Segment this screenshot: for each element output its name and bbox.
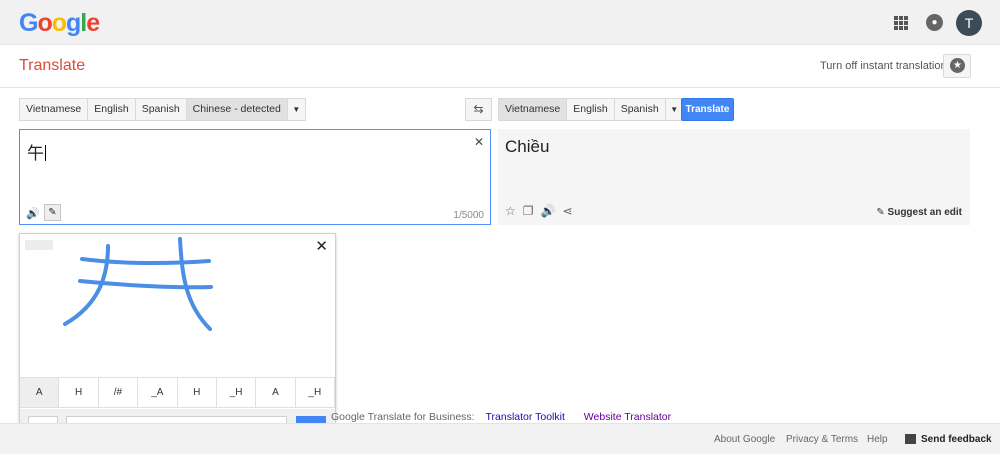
listen-source-icon[interactable]: 🔊: [26, 207, 40, 220]
source-lang-detected[interactable]: Chinese - detected: [186, 99, 288, 120]
ink-stroke: [178, 237, 212, 331]
candidate-item[interactable]: A: [256, 378, 296, 407]
clear-text-icon[interactable]: ✕: [474, 135, 484, 149]
candidate-bar: A H /# _A H _H A _H: [20, 377, 335, 408]
translation-output: Chiều ☆ ❐ 🔊 ⋖ ✎ Suggest an edit: [498, 129, 970, 225]
candidate-item[interactable]: _H: [217, 378, 257, 407]
candidate-item[interactable]: H: [178, 378, 217, 407]
candidate-item[interactable]: H: [59, 378, 99, 407]
target-lang-english[interactable]: English: [567, 99, 615, 120]
website-translator-link[interactable]: Website Translator: [584, 411, 671, 423]
candidate-item[interactable]: _A: [138, 378, 178, 407]
business-links: Google Translate for Business: Translato…: [331, 411, 671, 423]
help-link[interactable]: Help: [867, 434, 888, 445]
translate-button[interactable]: Translate: [681, 98, 734, 121]
source-lang-english[interactable]: English: [88, 99, 136, 120]
target-lang-vietnamese[interactable]: Vietnamese: [499, 99, 568, 120]
apps-grid-icon[interactable]: [894, 16, 908, 30]
footer: About Google Privacy & Terms Help Send f…: [0, 423, 1000, 454]
ink-stroke: [80, 257, 211, 266]
character-count: 1/5000: [453, 210, 484, 221]
share-icon[interactable]: ⋖: [562, 204, 572, 218]
feedback-icon: [905, 434, 916, 444]
avatar[interactable]: T: [956, 10, 982, 36]
swap-icon: ⇆: [473, 102, 484, 116]
pencil-icon: ✎: [876, 207, 888, 218]
page-title: Translate: [19, 57, 86, 74]
suggest-edit-link[interactable]: ✎ Suggest an edit: [876, 207, 962, 218]
star-icon: ★: [950, 58, 965, 73]
handwriting-panel: ✕ A H /# _A H _H A _H ⌫ Multiple languag…: [19, 233, 336, 454]
translated-text: Chiều: [505, 137, 550, 156]
candidate-item[interactable]: A: [20, 378, 60, 407]
about-google-link[interactable]: About Google: [714, 434, 775, 445]
source-lang-dropdown-icon[interactable]: ▼: [288, 99, 305, 120]
close-icon[interactable]: ✕: [315, 237, 328, 255]
candidate-item[interactable]: /#: [99, 378, 139, 407]
swap-languages-button[interactable]: ⇆: [465, 98, 492, 121]
listen-translation-icon[interactable]: 🔊: [541, 204, 556, 218]
source-text: 午: [27, 144, 44, 163]
source-textarea[interactable]: 午 ✕ 🔊 ✎ 1/5000: [19, 129, 491, 225]
source-language-bar: Vietnamese English Spanish Chinese - det…: [19, 98, 306, 121]
star-icon[interactable]: ☆: [505, 204, 516, 218]
copy-icon[interactable]: ❐: [523, 204, 534, 218]
candidate-item[interactable]: _H: [296, 378, 335, 407]
handwriting-input-icon[interactable]: ✎: [44, 204, 61, 221]
top-bar: Google ● T: [0, 0, 1000, 45]
source-lang-vietnamese[interactable]: Vietnamese: [20, 99, 89, 120]
phrasebook-button[interactable]: ★: [943, 54, 971, 78]
instant-translation-toggle[interactable]: Turn off instant translation: [820, 60, 947, 72]
business-label: Google Translate for Business:: [331, 411, 475, 423]
handwriting-canvas[interactable]: [20, 234, 335, 377]
privacy-terms-link[interactable]: Privacy & Terms: [786, 434, 858, 445]
notifications-icon[interactable]: ●: [926, 14, 943, 31]
google-logo[interactable]: Google: [19, 9, 100, 38]
target-lang-spanish[interactable]: Spanish: [615, 99, 666, 120]
send-feedback-link[interactable]: Send feedback: [921, 434, 992, 445]
text-caret: [45, 145, 46, 161]
translator-toolkit-link[interactable]: Translator Toolkit: [486, 411, 565, 423]
target-language-bar: Vietnamese English Spanish ▼: [498, 98, 684, 121]
source-lang-spanish[interactable]: Spanish: [136, 99, 187, 120]
